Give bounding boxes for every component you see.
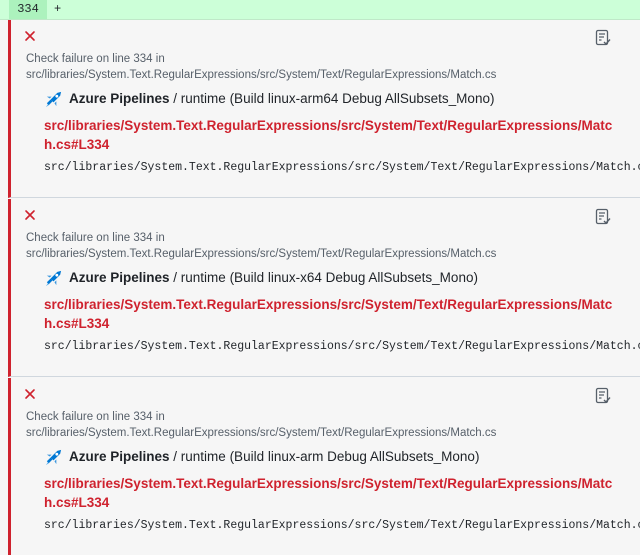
pipeline-run-name: / runtime (Build linux-arm Debug AllSubs…: [169, 449, 480, 464]
azure-pipelines-icon: [45, 91, 62, 108]
file-line-link[interactable]: src/libraries/System.Text.RegularExpress…: [44, 474, 624, 512]
pipeline-run-name: / runtime (Build linux-arm64 Debug AllSu…: [169, 91, 495, 106]
pipeline-brand: Azure Pipelines: [69, 91, 170, 106]
pipeline-run-name: / runtime (Build linux-x64 Debug AllSubs…: [169, 270, 478, 285]
azure-pipelines-icon: [45, 270, 62, 287]
annotation-title: Check failure on line 334 in: [26, 411, 165, 423]
log-message: src/libraries/System.Text.RegularExpress…: [44, 340, 640, 353]
note-check-icon[interactable]: [594, 29, 612, 47]
log-message: src/libraries/System.Text.RegularExpress…: [44, 161, 640, 174]
annotation-title: Check failure on line 334 in: [26, 232, 165, 244]
annotation-file-path: src/libraries/System.Text.RegularExpress…: [26, 69, 497, 81]
line-number[interactable]: 334: [9, 0, 47, 19]
pipeline-brand: Azure Pipelines: [69, 270, 170, 285]
x-icon: [25, 389, 35, 399]
file-line-link[interactable]: src/libraries/System.Text.RegularExpress…: [44, 116, 624, 154]
x-icon: [25, 31, 35, 41]
note-check-icon[interactable]: [594, 387, 612, 405]
annotation-file-path: src/libraries/System.Text.RegularExpress…: [26, 427, 497, 439]
diff-plus-sign: +: [54, 2, 62, 16]
pipeline-brand: Azure Pipelines: [69, 449, 170, 464]
log-message: src/libraries/System.Text.RegularExpress…: [44, 519, 640, 532]
check-annotation: Check failure on line 334 in src/librari…: [8, 378, 640, 555]
note-check-icon[interactable]: [594, 208, 612, 226]
annotation-file-path: src/libraries/System.Text.RegularExpress…: [26, 248, 497, 260]
x-icon: [25, 210, 35, 220]
diff-added-line: 334 +: [0, 0, 640, 20]
check-annotation: Check failure on line 334 in src/librari…: [8, 20, 640, 198]
check-annotation: Check failure on line 334 in src/librari…: [8, 199, 640, 377]
file-line-link[interactable]: src/libraries/System.Text.RegularExpress…: [44, 295, 624, 333]
azure-pipelines-icon: [45, 449, 62, 466]
annotation-title: Check failure on line 334 in: [26, 53, 165, 65]
